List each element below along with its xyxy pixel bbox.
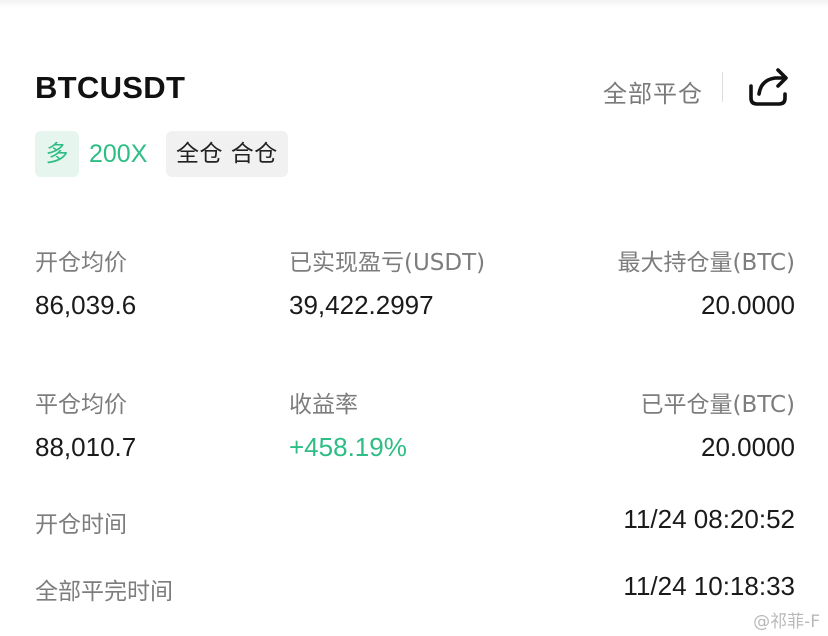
open-time-value: 11/24 08:20:52 <box>623 504 795 534</box>
symbol-title: BTCUSDT <box>35 70 186 105</box>
realized-pnl-label: 已实现盈亏(USDT) <box>289 250 486 276</box>
leverage-badge: 200X <box>89 140 148 168</box>
avg-close-price-value: 88,010.7 <box>35 432 137 462</box>
closed-amount-value: 20.0000 <box>701 432 795 462</box>
side-badge: 多 <box>35 131 79 177</box>
closed-amount-label: 已平仓量(BTC) <box>640 392 796 418</box>
share-icon[interactable] <box>745 64 793 110</box>
close-time-value: 11/24 10:18:33 <box>623 571 795 601</box>
top-edge <box>0 0 828 8</box>
avg-open-price-value: 86,039.6 <box>35 290 137 320</box>
header-divider <box>722 72 723 102</box>
max-position-label: 最大持仓量(BTC) <box>617 250 796 276</box>
watermark: @祁菲-F <box>753 612 820 632</box>
open-time-label: 开仓时间 <box>35 512 127 538</box>
max-position-value: 20.0000 <box>701 290 795 320</box>
avg-open-price-label: 开仓均价 <box>35 250 127 276</box>
avg-close-price-label: 平仓均价 <box>35 392 127 418</box>
realized-pnl-value: 39,422.2997 <box>289 290 434 320</box>
margin-mode-badge: 全仓 合仓 <box>166 131 288 177</box>
close-time-label: 全部平完时间 <box>35 579 173 605</box>
roi-label: 收益率 <box>289 392 358 418</box>
close-all-button[interactable]: 全部平仓 <box>603 74 703 109</box>
roi-value: +458.19% <box>289 432 407 462</box>
